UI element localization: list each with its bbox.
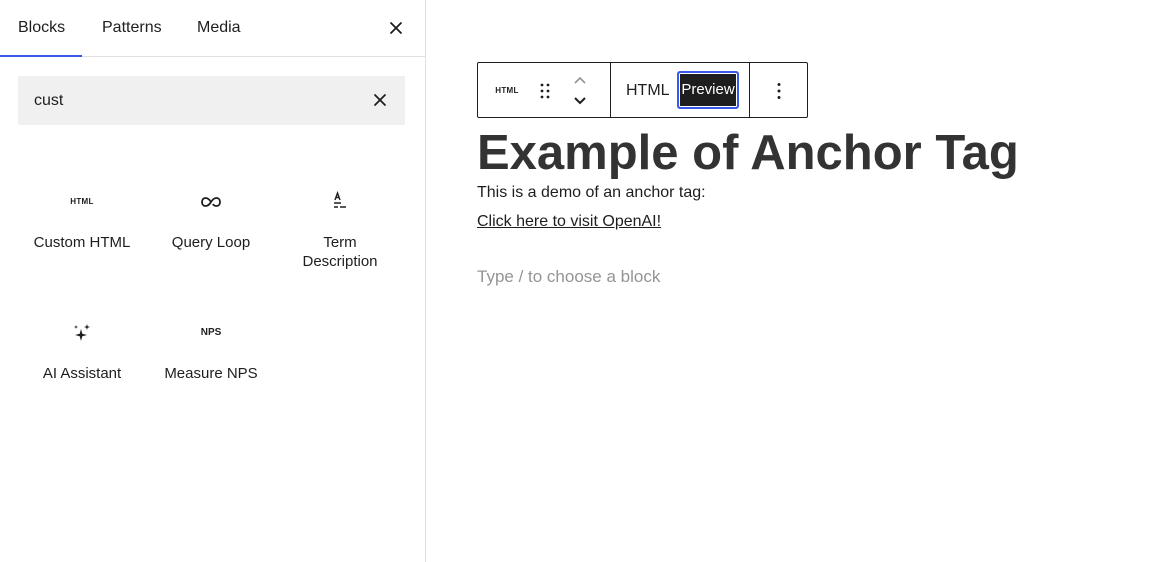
block-toolbar: HTML HTML Preview — [477, 62, 808, 118]
page-heading: Example of Anchor Tag — [477, 126, 1019, 180]
search-input[interactable] — [18, 76, 358, 125]
clear-search-button[interactable] — [368, 88, 392, 112]
block-toolbar-group-options — [750, 63, 807, 117]
block-item-ai-assistant[interactable]: AI Assistant — [18, 321, 146, 421]
tab-blocks[interactable]: Blocks — [0, 0, 82, 57]
move-down-button[interactable] — [568, 93, 592, 109]
block-toolbar-group-parent: HTML — [478, 63, 611, 117]
anchor-link[interactable]: Click here to visit OpenAI! — [477, 212, 661, 232]
html-block-type-icon[interactable]: HTML — [492, 79, 522, 103]
sparkles-icon — [74, 324, 90, 341]
block-label: Term Description — [302, 234, 378, 270]
preview-mode-button[interactable]: Preview — [677, 71, 739, 109]
html-mode-button[interactable]: HTML — [621, 73, 675, 109]
html-icon: HTML — [70, 197, 94, 206]
close-inserter-button[interactable] — [384, 16, 408, 40]
block-label: Custom HTML — [33, 234, 131, 251]
block-label: Measure NPS — [164, 365, 258, 382]
move-up-button[interactable] — [568, 73, 592, 89]
block-inserter-panel: Blocks Patterns Media HTML Custom HTML — [0, 0, 426, 562]
block-item-measure-nps[interactable]: NPS Measure NPS — [147, 321, 275, 421]
term-description-icon — [334, 190, 346, 208]
chevron-down-icon — [574, 97, 586, 105]
block-item-custom-html[interactable]: HTML Custom HTML — [18, 190, 146, 290]
tab-media[interactable]: Media — [197, 0, 241, 56]
chevron-up-icon — [574, 76, 586, 84]
block-toolbar-group-mode: HTML Preview — [611, 63, 750, 117]
inserter-tabs: Blocks Patterns Media — [0, 0, 425, 57]
default-block-appender[interactable]: Type / to choose a block — [477, 266, 660, 288]
more-vertical-icon — [777, 83, 781, 99]
close-icon — [389, 21, 403, 35]
drag-handle[interactable] — [533, 79, 557, 103]
block-search — [18, 76, 405, 125]
block-item-term-description[interactable]: Term Description — [276, 190, 404, 290]
editor-app: Blocks Patterns Media HTML Custom HTML — [0, 0, 1157, 562]
more-options-button[interactable] — [767, 79, 791, 103]
block-label: AI Assistant — [42, 365, 122, 382]
block-label: Query Loop — [171, 234, 251, 251]
loop-icon — [201, 197, 221, 207]
close-icon — [373, 93, 387, 107]
intro-paragraph: This is a demo of an anchor tag: — [477, 184, 706, 201]
block-item-query-loop[interactable]: Query Loop — [147, 190, 275, 290]
nps-icon: NPS — [200, 327, 222, 338]
tab-patterns[interactable]: Patterns — [102, 0, 162, 56]
drag-handle-icon — [540, 83, 550, 99]
